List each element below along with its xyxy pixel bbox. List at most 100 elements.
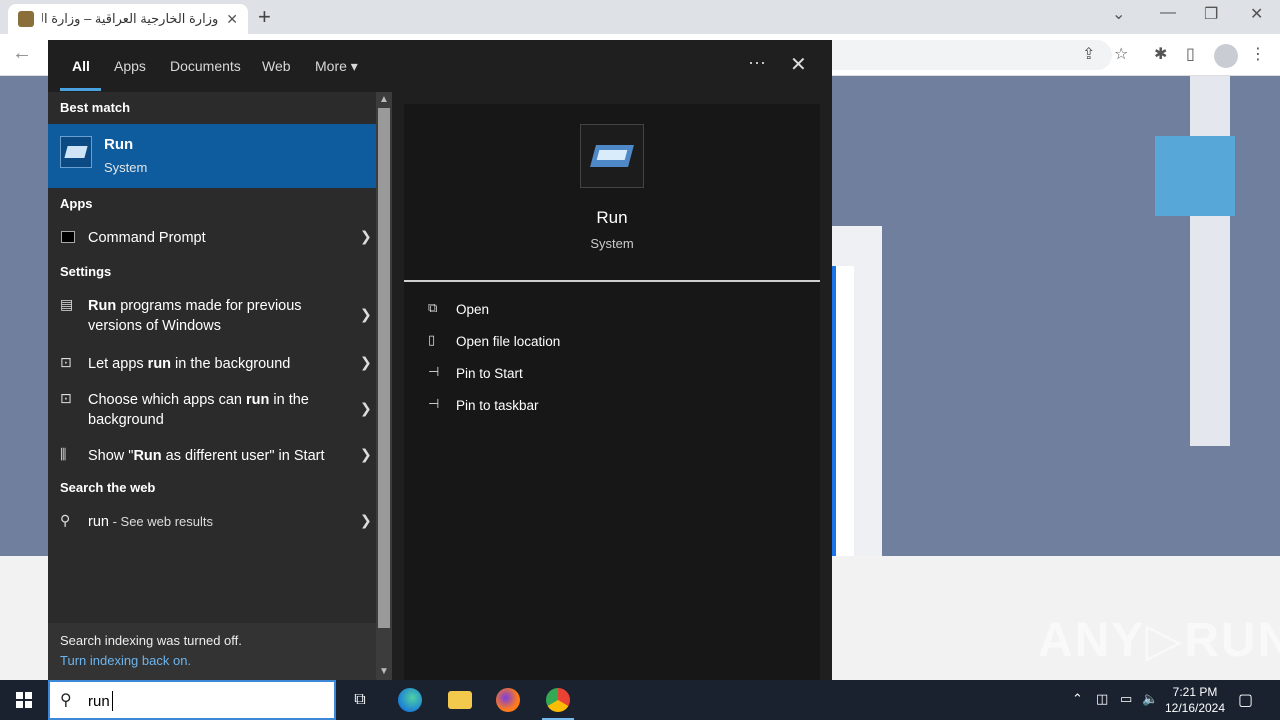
bookmark-star-icon[interactable]: ☆ — [1114, 44, 1128, 64]
clock[interactable]: 7:21 PM 12/16/2024 — [1160, 684, 1230, 716]
anyrun-watermark: ANY▷RUN — [1038, 614, 1280, 667]
section-best-match: Best match — [60, 100, 131, 115]
chevron-up-icon[interactable]: ⌃ — [1072, 691, 1083, 707]
picture-settings-icon: ⊡ — [60, 354, 72, 370]
run-app-icon — [580, 124, 644, 188]
taskbar-search-box[interactable]: ⚲ run — [48, 680, 336, 720]
result-label: Choose which apps can run in the backgro… — [88, 392, 309, 428]
search-results-list: Best match Run System Apps Command Promp… — [48, 92, 376, 680]
browser-tabstrip: وزارة الخارجية العراقية – وزارة الخارجية… — [0, 0, 1280, 34]
clock-date: 12/16/2024 — [1164, 701, 1226, 715]
chevron-right-icon: ❯ — [360, 306, 372, 322]
result-run-as-user[interactable]: ⫼ Show "Run as different user" in Start … — [48, 444, 376, 476]
edge-icon — [398, 688, 422, 712]
search-filter-tabs: All Apps Documents Web More ▾ ··· ✕ — [48, 40, 832, 92]
result-run-compat[interactable]: ▤ Run programs made for previous version… — [48, 288, 376, 336]
action-pin-to-start[interactable]: ⊣ Pin to Start — [428, 360, 788, 388]
tab-close-icon[interactable]: ✕ — [226, 11, 238, 28]
action-label: Pin to taskbar — [456, 398, 539, 413]
volume-icon[interactable]: 🔈 — [1142, 691, 1158, 707]
more-options-icon[interactable]: ··· — [748, 52, 766, 73]
result-web-search[interactable]: ⚲ run - See web results ❯ — [48, 504, 376, 538]
chevron-right-icon: ❯ — [360, 446, 372, 462]
detail-app-type: System — [590, 236, 634, 251]
command-prompt-icon — [61, 231, 75, 243]
best-match-name: Run — [104, 136, 134, 153]
task-view-icon: ⧉ — [354, 691, 366, 708]
tab-all[interactable]: All — [72, 58, 90, 74]
taskbar-firefox[interactable] — [484, 680, 532, 720]
result-label: Command Prompt — [88, 230, 206, 246]
program-compat-icon: ▤ — [60, 296, 74, 312]
share-icon[interactable]: ⇪ — [1082, 44, 1095, 64]
section-search-web: Search the web — [60, 480, 156, 495]
detail-divider — [404, 280, 820, 282]
best-match-run[interactable]: Run System — [48, 124, 376, 188]
result-label: run - See web results — [88, 514, 214, 530]
task-view-button[interactable]: ⧉ — [336, 680, 384, 720]
result-choose-apps[interactable]: ⊡ Choose which apps can run in the backg… — [48, 386, 376, 434]
run-app-icon — [60, 136, 92, 168]
scrollbar-thumb[interactable] — [378, 108, 390, 628]
tab-title: وزارة الخارجية العراقية – وزارة الخارجية — [42, 11, 219, 26]
start-button[interactable] — [0, 680, 48, 720]
taskbar-file-explorer[interactable] — [436, 680, 484, 720]
tab-more-label: More — [315, 58, 347, 74]
taskbar-chrome[interactable] — [534, 680, 582, 720]
ethernet-icon[interactable]: ▭ — [1120, 691, 1132, 707]
clock-time: 7:21 PM — [1172, 685, 1218, 699]
taskbar-edge[interactable] — [386, 680, 434, 720]
tab-documents[interactable]: Documents — [170, 58, 241, 74]
pin-icon: ⊣ — [428, 364, 440, 379]
result-command-prompt[interactable]: Command Prompt ❯ — [48, 220, 376, 256]
turn-indexing-on-link[interactable]: Turn indexing back on. — [60, 653, 191, 668]
scroll-down-icon[interactable]: ▼ — [379, 666, 389, 677]
minimize-icon[interactable]: — — [1160, 4, 1176, 22]
best-match-type: System — [104, 160, 148, 175]
action-label: Open — [456, 302, 490, 317]
network-icon[interactable]: ◫ — [1096, 691, 1108, 707]
section-settings: Settings — [60, 264, 112, 279]
result-background-apps[interactable]: ⊡ Let apps run in the background ❯ — [48, 348, 376, 380]
active-tab-indicator — [60, 88, 101, 91]
notifications-icon[interactable]: ▢ — [1238, 690, 1253, 710]
back-arrow-icon[interactable]: ← — [12, 42, 32, 65]
window-close-icon[interactable]: ✕ — [1250, 4, 1263, 24]
menu-dots-icon[interactable]: ⋮ — [1250, 44, 1266, 64]
iraq-emblem-icon — [18, 11, 34, 27]
taskbar-search-text: run — [88, 693, 110, 710]
indexing-notice: Search indexing was turned off. Turn ind… — [48, 623, 376, 680]
result-detail-pane: Run System ⧉ Open ▯ Open file location ⊣… — [404, 104, 820, 680]
scroll-up-icon[interactable]: ▲ — [379, 94, 389, 105]
windows-search-panel: All Apps Documents Web More ▾ ··· ✕ Best… — [48, 40, 832, 680]
action-label: Pin to Start — [456, 366, 523, 381]
close-icon[interactable]: ✕ — [790, 52, 807, 77]
action-open-file-location[interactable]: ▯ Open file location — [428, 328, 788, 356]
tab-search-icon[interactable]: ⌄ — [1112, 4, 1125, 24]
action-pin-to-taskbar[interactable]: ⊣ Pin to taskbar — [428, 392, 788, 420]
tab-web[interactable]: Web — [262, 58, 291, 74]
new-tab-button[interactable]: + — [258, 4, 271, 30]
address-bar[interactable] — [832, 40, 1112, 70]
result-label: Let apps run in the background — [88, 356, 291, 372]
action-open[interactable]: ⧉ Open — [428, 296, 788, 324]
page-decor — [1155, 136, 1235, 216]
result-label: Show "Run as different user" in Start — [88, 448, 325, 464]
windows-logo-icon — [16, 692, 32, 708]
chevron-right-icon: ❯ — [360, 228, 372, 244]
browser-tab[interactable]: وزارة الخارجية العراقية – وزارة الخارجية… — [8, 4, 248, 34]
results-scrollbar[interactable]: ▲ ▼ — [376, 92, 392, 680]
extensions-icon[interactable]: ✱ — [1154, 44, 1167, 64]
chevron-right-icon: ❯ — [360, 354, 372, 370]
restore-icon[interactable]: ❐ — [1204, 4, 1218, 24]
side-panel-icon[interactable]: ▯ — [1186, 44, 1195, 64]
tab-more[interactable]: More ▾ — [315, 58, 358, 75]
tab-apps[interactable]: Apps — [114, 58, 146, 74]
folder-icon — [448, 691, 472, 709]
chevron-right-icon: ❯ — [360, 400, 372, 416]
chevron-down-icon: ▾ — [350, 58, 358, 74]
pin-icon: ⊣ — [428, 396, 440, 411]
taskbar: ⚲ run ⧉ ⌃ ◫ ▭ 🔈 7:21 PM 12/16/2024 ▢ — [0, 680, 1280, 720]
section-apps: Apps — [60, 196, 93, 211]
profile-avatar[interactable] — [1214, 44, 1238, 68]
